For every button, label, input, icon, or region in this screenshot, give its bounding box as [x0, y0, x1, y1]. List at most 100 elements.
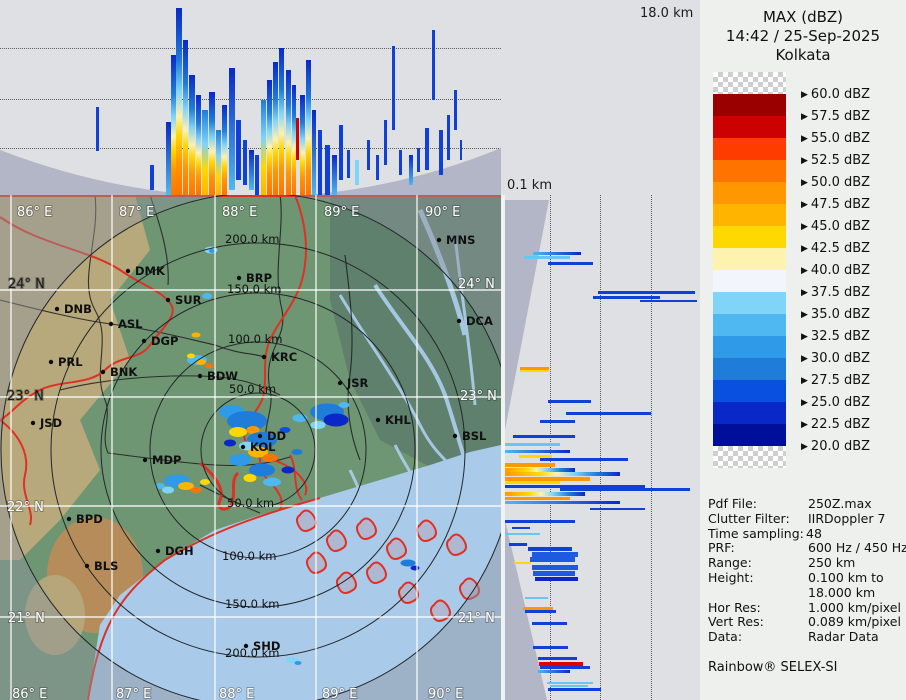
echo-bar: [425, 128, 429, 170]
echo-blob: [190, 487, 202, 493]
range-ring-label: 100.0 km: [228, 332, 282, 346]
echo-bar: [325, 145, 330, 195]
scale-band: [713, 292, 786, 314]
echo-bar: [509, 543, 527, 546]
info-row: Time sampling: 48: [708, 526, 904, 541]
station-name: Kolkata: [775, 46, 831, 64]
scale-band: [713, 358, 786, 380]
echo-bar: [548, 262, 593, 265]
echo-bar: [524, 256, 570, 259]
info-label: Clutter Filter:: [708, 510, 790, 526]
echo-bar: [505, 520, 575, 523]
city-dot: [236, 275, 242, 281]
echo-bar: [525, 597, 548, 599]
scale-tick-arrow: ▶: [801, 90, 808, 100]
grid-label: 88° E: [222, 205, 257, 220]
range-ring-label: 150.0 km: [225, 597, 279, 611]
echo-bar: [312, 110, 316, 195]
scale-value-label: ▶ 27.5 dBZ: [801, 373, 870, 388]
info-row: Pdf File: 250Z.max: [708, 496, 904, 511]
range-ring-label: 200.0 km: [225, 232, 279, 246]
echo-bar: [209, 92, 215, 195]
city-label: BDW: [207, 369, 238, 383]
scale-band: [713, 380, 786, 402]
scale-tick-arrow: ▶: [801, 112, 808, 122]
city-label: SUR: [175, 293, 202, 307]
scale-band: [713, 270, 786, 292]
city-dot: [48, 359, 54, 365]
echo-bar: [532, 565, 578, 570]
city-dot: [375, 417, 381, 423]
city-dot: [54, 306, 60, 312]
scale-band: [713, 160, 786, 182]
scale-tick-arrow: ▶: [801, 288, 808, 298]
echo-bar: [528, 547, 572, 551]
echo-bar: [540, 458, 628, 461]
scale-value-label: ▶ 35.0 dBZ: [801, 307, 870, 322]
grid-label: 87° E: [119, 205, 154, 220]
scale-value: 32.5 dBZ: [810, 329, 871, 344]
echo-bar: [550, 685, 588, 687]
scale-value: 52.5 dBZ: [810, 153, 871, 168]
echo-bar: [279, 48, 284, 195]
echo-bar: [267, 80, 272, 195]
scale-value-label: ▶ 45.0 dBZ: [801, 219, 870, 234]
echo-blob: [281, 466, 295, 474]
echo-blob: [200, 479, 210, 485]
echo-bar: [533, 571, 575, 576]
grid-label: 21° N: [458, 611, 495, 626]
echo-bar: [176, 8, 182, 195]
echo-bar: [432, 30, 435, 100]
echo-bar: [202, 110, 208, 195]
city-label: DGP: [151, 334, 178, 348]
city-dot: [240, 444, 246, 450]
echo-bar: [512, 527, 530, 529]
echo-bar: [460, 140, 462, 160]
scale-value-label: ▶ 22.5 dBZ: [801, 417, 870, 432]
echo-bar: [222, 105, 227, 195]
scale-tick-arrow: ▶: [801, 134, 808, 144]
scale-band: [713, 182, 786, 204]
echo-bar: [540, 666, 590, 669]
radar-map-panel: 86° E 87° E 88° E 89° E 90° E 86° E 87° E 88° E…: [0, 195, 501, 700]
city-dot: [125, 268, 131, 274]
scale-band: [713, 204, 786, 226]
scale-value: 47.5 dBZ: [810, 197, 871, 212]
city-label: KRC: [271, 350, 297, 364]
scale-tick-arrow: ▶: [801, 222, 808, 232]
city-dot: [257, 433, 263, 439]
echo-bar: [548, 688, 601, 691]
info-label: Vert Res:: [708, 614, 764, 630]
echo-bar: [306, 60, 311, 195]
echo-bar: [399, 150, 402, 175]
info-label: PRF:: [708, 540, 735, 556]
scale-value-label: ▶ 42.5 dBZ: [801, 241, 870, 256]
info-value: 250Z.max: [808, 496, 872, 511]
echo-bar: [392, 46, 395, 130]
echo-bar: [593, 296, 660, 299]
city-dot: [108, 321, 114, 327]
info-row: Height: 0.100 km to: [708, 570, 904, 585]
echo-bar: [318, 130, 322, 195]
city-label: BSL: [462, 429, 487, 443]
echo-bar: [439, 130, 443, 175]
echo-blob: [294, 661, 302, 665]
echo-bar: [640, 300, 697, 302]
echo-bar: [505, 450, 570, 453]
city-label: BPD: [76, 512, 103, 526]
echo-bar: [590, 508, 645, 510]
echo-bar: [347, 150, 350, 178]
info-label: Hor Res:: [708, 599, 761, 615]
echo-bar: [296, 118, 299, 160]
ns-height-profile-panel: [505, 195, 698, 700]
echo-bar: [505, 481, 560, 484]
scale-value-label: ▶ 55.0 dBZ: [801, 131, 870, 146]
city-label: JSD: [39, 416, 62, 430]
city-label: ASL: [118, 317, 143, 331]
echo-blob: [338, 402, 350, 408]
range-ring-label: 50.0 km: [229, 382, 276, 396]
city-dot: [456, 318, 462, 324]
scale-tick-arrow: ▶: [801, 376, 808, 386]
echo-bar: [216, 130, 221, 195]
info-value: 0.100 km to: [808, 570, 884, 585]
